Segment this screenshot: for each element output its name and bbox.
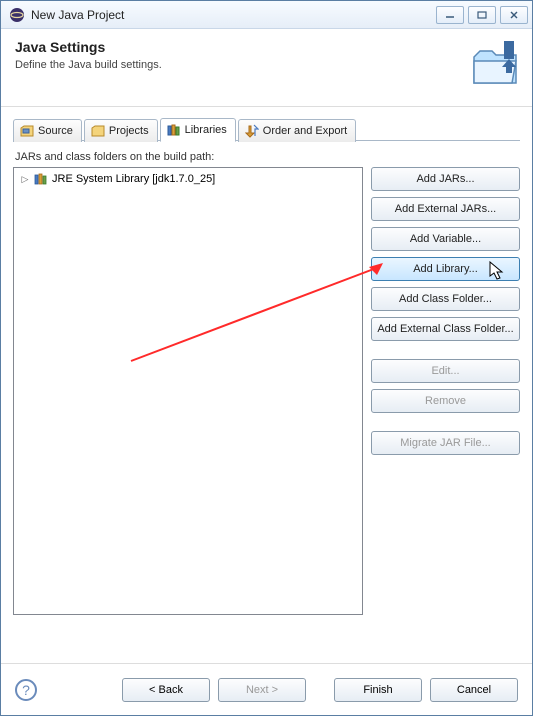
tab-source[interactable]: Source bbox=[13, 119, 82, 142]
tab-bar: Source Projects Libraries Order and Expo… bbox=[13, 117, 520, 141]
edit-button: Edit... bbox=[371, 359, 520, 383]
window-title: New Java Project bbox=[31, 8, 432, 22]
tab-label: Order and Export bbox=[263, 125, 347, 137]
wizard-footer: ? < Back Next > Finish Cancel bbox=[1, 663, 532, 715]
button-column: Add JARs... Add External JARs... Add Var… bbox=[371, 167, 520, 615]
add-library-button[interactable]: Add Library... bbox=[371, 257, 520, 281]
tab-libraries[interactable]: Libraries bbox=[160, 118, 236, 142]
eclipse-icon bbox=[9, 7, 25, 23]
tab-label: Projects bbox=[109, 125, 149, 137]
next-button: Next > bbox=[218, 678, 306, 702]
dialog-window: New Java Project Java Settings Define th… bbox=[0, 0, 533, 716]
library-stack-icon bbox=[34, 173, 48, 185]
add-external-jars-button[interactable]: Add External JARs... bbox=[371, 197, 520, 221]
order-icon bbox=[245, 124, 259, 138]
page-subtitle: Define the Java build settings. bbox=[15, 59, 518, 71]
tree-item-label: JRE System Library [jdk1.7.0_25] bbox=[52, 173, 215, 185]
spacer bbox=[371, 347, 520, 353]
tab-label: Source bbox=[38, 125, 73, 137]
remove-button: Remove bbox=[371, 389, 520, 413]
help-button[interactable]: ? bbox=[15, 679, 37, 701]
list-label: JARs and class folders on the build path… bbox=[15, 151, 520, 163]
projects-icon bbox=[91, 124, 105, 138]
main-row: ▷ JRE System Library [jdk1.7.0_25] Add J… bbox=[13, 167, 520, 615]
expand-icon[interactable]: ▷ bbox=[20, 174, 30, 185]
add-jars-button[interactable]: Add JARs... bbox=[371, 167, 520, 191]
cancel-button[interactable]: Cancel bbox=[430, 678, 518, 702]
wizard-header: Java Settings Define the Java build sett… bbox=[1, 29, 532, 107]
add-external-class-folder-button[interactable]: Add External Class Folder... bbox=[371, 317, 520, 341]
titlebar: New Java Project bbox=[1, 1, 532, 29]
source-icon bbox=[20, 124, 34, 138]
folder-banner-icon bbox=[470, 39, 520, 87]
finish-button[interactable]: Finish bbox=[334, 678, 422, 702]
back-button[interactable]: < Back bbox=[122, 678, 210, 702]
maximize-button[interactable] bbox=[468, 6, 496, 24]
content-area: Source Projects Libraries Order and Expo… bbox=[1, 107, 532, 615]
add-variable-button[interactable]: Add Variable... bbox=[371, 227, 520, 251]
spacer bbox=[371, 419, 520, 425]
tree-item-jre[interactable]: ▷ JRE System Library [jdk1.7.0_25] bbox=[14, 170, 362, 188]
minimize-button[interactable] bbox=[436, 6, 464, 24]
add-class-folder-button[interactable]: Add Class Folder... bbox=[371, 287, 520, 311]
classpath-tree[interactable]: ▷ JRE System Library [jdk1.7.0_25] bbox=[13, 167, 363, 615]
libraries-icon bbox=[167, 123, 181, 137]
tab-label: Libraries bbox=[185, 124, 227, 136]
close-button[interactable] bbox=[500, 6, 528, 24]
tab-order-export[interactable]: Order and Export bbox=[238, 119, 356, 142]
tab-projects[interactable]: Projects bbox=[84, 119, 158, 142]
page-title: Java Settings bbox=[15, 39, 518, 55]
migrate-jar-button: Migrate JAR File... bbox=[371, 431, 520, 455]
